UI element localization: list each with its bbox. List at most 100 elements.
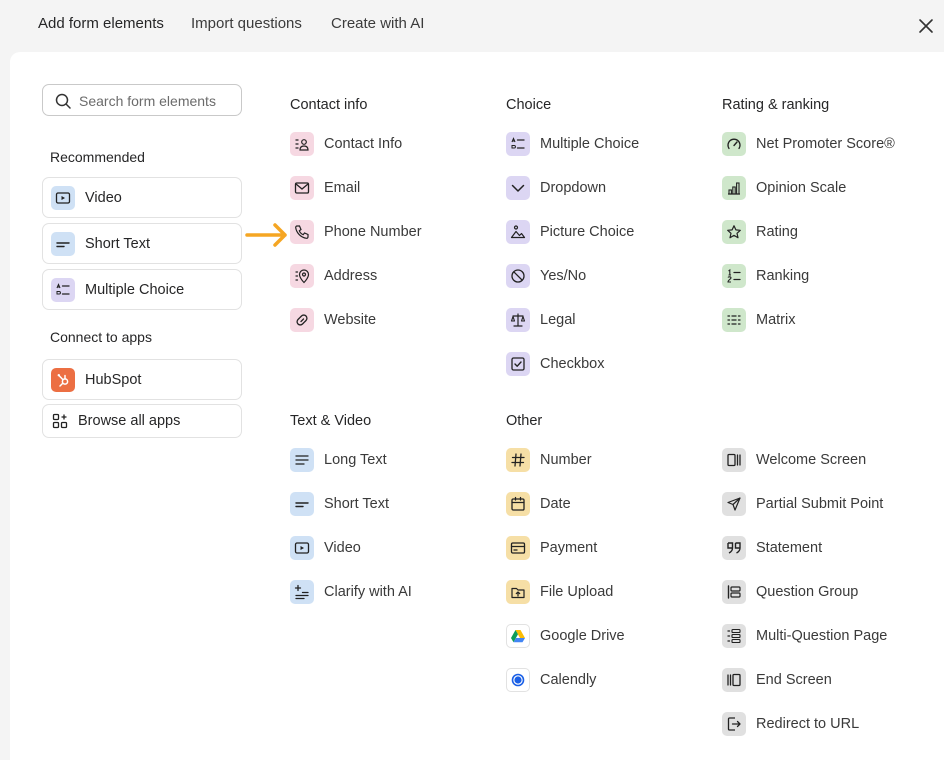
phone-icon — [290, 220, 314, 244]
item-label: Contact Info — [324, 136, 403, 152]
item-question-group[interactable]: Question Group — [722, 580, 858, 604]
item-checkbox[interactable]: Checkbox — [506, 352, 604, 376]
hubspot-label: HubSpot — [85, 371, 142, 388]
connect-apps-heading: Connect to apps — [50, 329, 152, 345]
item-label: Dropdown — [540, 180, 607, 196]
star-icon — [722, 220, 746, 244]
close-icon[interactable] — [916, 16, 936, 36]
item-payment[interactable]: Payment — [506, 536, 597, 560]
send-icon — [722, 492, 746, 516]
item-dropdown[interactable]: Dropdown — [506, 176, 606, 200]
item-label: Number — [540, 452, 592, 468]
item-label: Google Drive — [540, 628, 625, 644]
item-label: Ranking — [756, 268, 810, 284]
item-ranking[interactable]: Ranking — [722, 264, 809, 288]
item-label: Welcome Screen — [756, 452, 867, 468]
recommended-short-text[interactable]: Short Text — [42, 223, 242, 264]
recommended-multiple-choice[interactable]: Multiple Choice — [42, 269, 242, 310]
item-contact-info[interactable]: Contact Info — [290, 132, 402, 156]
item-video[interactable]: Video — [290, 536, 361, 560]
item-label: Opinion Scale — [756, 180, 847, 196]
calendly-icon — [506, 668, 530, 692]
item-label: Clarify with AI — [324, 584, 412, 600]
video-icon — [290, 536, 314, 560]
item-end-screen[interactable]: End Screen — [722, 668, 832, 692]
item-rating[interactable]: Rating — [722, 220, 798, 244]
yes-no-icon — [506, 264, 530, 288]
item-phone-number[interactable]: Phone Number — [290, 220, 422, 244]
item-label: Phone Number — [324, 224, 422, 240]
location-pin-icon — [290, 264, 314, 288]
item-label: End Screen — [756, 672, 832, 688]
browse-apps-button[interactable]: Browse all apps — [42, 404, 242, 438]
item-label: Partial Submit Point — [756, 496, 884, 512]
item-label: Picture Choice — [540, 224, 635, 240]
item-short-text[interactable]: Short Text — [290, 492, 389, 516]
item-net-promoter-score[interactable]: Net Promoter Score® — [722, 132, 895, 156]
picture-icon — [506, 220, 530, 244]
item-address[interactable]: Address — [290, 264, 377, 288]
item-opinion-scale[interactable]: Opinion Scale — [722, 176, 846, 200]
hubspot-card[interactable]: HubSpot — [42, 359, 242, 400]
item-google-drive[interactable]: Google Drive — [506, 624, 625, 648]
item-redirect-to-url[interactable]: Redirect to URL — [722, 712, 859, 736]
search-input[interactable] — [79, 91, 235, 111]
multiple-choice-icon — [506, 132, 530, 156]
item-statement[interactable]: Statement — [722, 536, 822, 560]
tab-add-form-elements[interactable]: Add form elements — [38, 15, 164, 32]
item-clarify-with-ai[interactable]: Clarify with AI — [290, 580, 412, 604]
item-label: Payment — [540, 540, 598, 556]
hash-icon — [506, 448, 530, 472]
item-legal[interactable]: Legal — [506, 308, 575, 332]
mail-icon — [290, 176, 314, 200]
item-email[interactable]: Email — [290, 176, 360, 200]
item-website[interactable]: Website — [290, 308, 376, 332]
item-label: Long Text — [324, 452, 387, 468]
item-number[interactable]: Number — [506, 448, 592, 472]
item-multiple-choice[interactable]: Multiple Choice — [506, 132, 639, 156]
item-label: Question Group — [756, 584, 859, 600]
multiple-choice-icon — [51, 277, 75, 302]
calendar-icon — [506, 492, 530, 516]
recommended-label: Short Text — [85, 235, 151, 252]
link-icon — [290, 308, 314, 332]
item-label: Website — [324, 312, 377, 328]
chevron-down-icon — [506, 176, 530, 200]
end-screen-icon — [722, 668, 746, 692]
item-yes-no[interactable]: Yes/No — [506, 264, 586, 288]
item-matrix[interactable]: Matrix — [722, 308, 795, 332]
item-label: Redirect to URL — [756, 716, 860, 732]
item-long-text[interactable]: Long Text — [290, 448, 387, 472]
gauge-icon — [722, 132, 746, 156]
long-text-icon — [290, 448, 314, 472]
browse-apps-label: Browse all apps — [78, 413, 181, 429]
item-label: Checkbox — [540, 356, 605, 372]
item-partial-submit-point[interactable]: Partial Submit Point — [722, 492, 883, 516]
item-date[interactable]: Date — [506, 492, 571, 516]
short-text-icon — [51, 231, 75, 256]
google-drive-icon — [506, 624, 530, 648]
matrix-icon — [722, 308, 746, 332]
item-picture-choice[interactable]: Picture Choice — [506, 220, 634, 244]
item-label: Short Text — [324, 496, 390, 512]
item-calendly[interactable]: Calendly — [506, 668, 596, 692]
item-label: File Upload — [540, 584, 614, 600]
tab-import-questions[interactable]: Import questions — [191, 15, 302, 32]
checkbox-icon — [506, 352, 530, 376]
recommended-video[interactable]: Video — [42, 177, 242, 218]
item-label: Yes/No — [540, 268, 587, 284]
item-label: Date — [540, 496, 571, 512]
bar-scale-icon — [722, 176, 746, 200]
item-label: Multiple Choice — [540, 136, 640, 152]
item-label: Video — [324, 540, 361, 556]
item-label: Rating — [756, 224, 798, 240]
upload-icon — [506, 580, 530, 604]
search-box[interactable] — [42, 84, 242, 116]
item-label: Legal — [540, 312, 576, 328]
recommended-label: Multiple Choice — [85, 281, 185, 298]
item-welcome-screen[interactable]: Welcome Screen — [722, 448, 866, 472]
tab-create-with-ai[interactable]: Create with AI — [331, 15, 424, 32]
item-file-upload[interactable]: File Upload — [506, 580, 613, 604]
item-multi-question-page[interactable]: Multi-Question Page — [722, 624, 887, 648]
item-label: Net Promoter Score® — [756, 136, 895, 152]
